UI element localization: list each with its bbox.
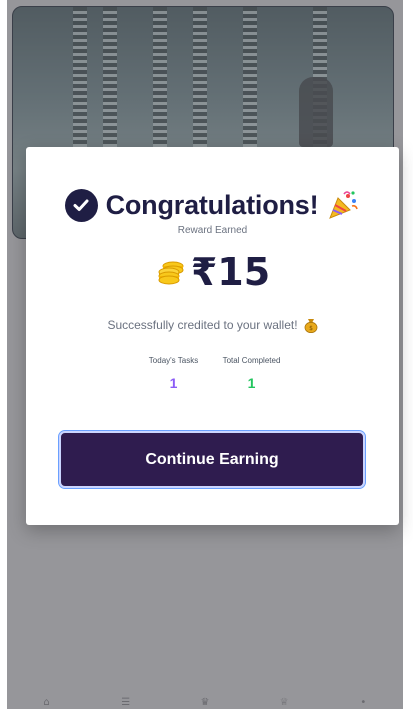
svg-text:$: $: [309, 325, 313, 332]
check-circle-icon: [64, 188, 98, 222]
coins-icon: [155, 257, 185, 287]
continue-earning-button[interactable]: Continue Earning: [58, 430, 366, 489]
credited-message-row: Successfully credited to your wallet! $: [26, 317, 399, 334]
stat-label: Total Completed: [222, 356, 281, 365]
credited-message: Successfully credited to your wallet!: [107, 318, 298, 332]
crown-icon[interactable]: ♕: [277, 698, 291, 708]
stat-value: 1: [169, 375, 178, 391]
task-stats: Today's Tasks 1 Total Completed 1: [26, 356, 399, 391]
reward-label: Reward Earned: [177, 225, 248, 236]
trophy-icon[interactable]: ♛: [198, 698, 212, 708]
reward-amount: ₹15: [190, 250, 271, 294]
modal-title: Congratulations!: [105, 189, 319, 220]
party-popper-icon: [326, 188, 360, 222]
stat-value: 1: [247, 375, 256, 391]
reward-modal: Congratulations! Reward Earned ₹15 Succe…: [26, 147, 399, 525]
list-icon[interactable]: ☰: [119, 698, 133, 708]
stat-todays-tasks: Today's Tasks 1: [140, 356, 208, 391]
modal-title-row: Congratulations!: [26, 188, 399, 222]
reward-amount-row: ₹15: [26, 250, 399, 294]
stat-total-completed: Total Completed 1: [218, 356, 286, 391]
stat-label: Today's Tasks: [148, 356, 199, 365]
home-icon[interactable]: ⌂: [40, 698, 54, 708]
money-bag-icon: $: [304, 317, 318, 334]
bottom-nav: ⌂ ☰ ♛ ♕ •: [7, 687, 403, 709]
more-icon[interactable]: •: [356, 698, 370, 708]
